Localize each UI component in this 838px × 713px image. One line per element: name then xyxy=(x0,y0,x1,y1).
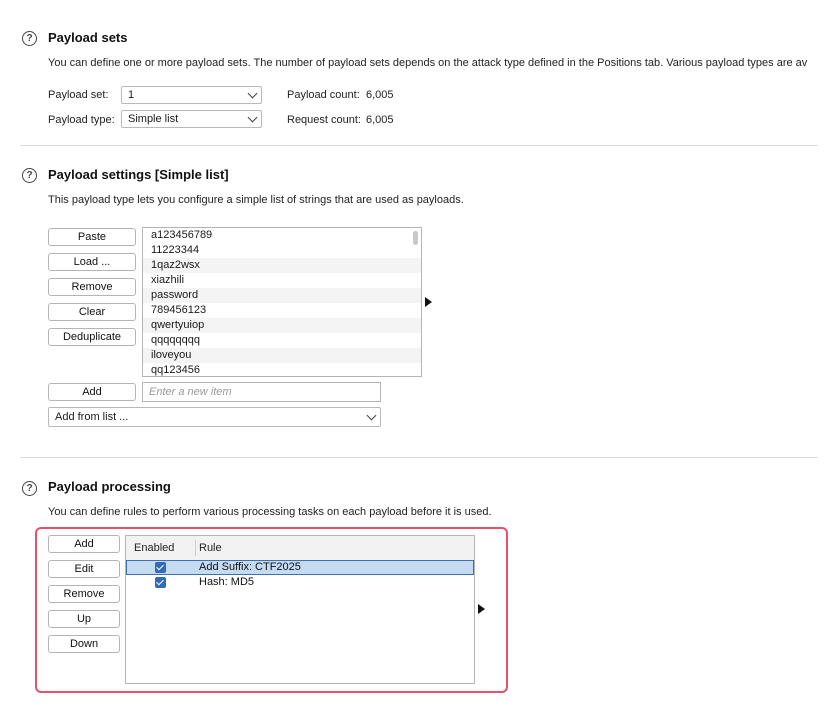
down-rule-button[interactable]: Down xyxy=(48,635,120,653)
list-item[interactable]: 11223344 xyxy=(143,243,421,258)
add-rule-button[interactable]: Add xyxy=(48,535,120,553)
list-item[interactable]: qq123456 xyxy=(143,363,421,376)
list-item[interactable]: 789456123 xyxy=(143,303,421,318)
payload-sets-title: Payload sets xyxy=(48,30,128,45)
rules-table[interactable]: Enabled Rule Add Suffix: CTF2025 Hash: M… xyxy=(125,535,475,684)
new-item-input[interactable]: Enter a new item xyxy=(142,382,381,402)
payload-processing-title: Payload processing xyxy=(48,479,171,494)
chevron-down-icon xyxy=(247,88,258,99)
add-from-list-select[interactable]: Add from list ... xyxy=(48,407,381,427)
expand-arrow-icon[interactable] xyxy=(478,604,485,614)
table-header: Enabled Rule xyxy=(126,536,474,561)
chevron-down-icon xyxy=(366,410,377,421)
payload-count-value: 6,005 xyxy=(366,89,394,101)
payload-type-value: Simple list xyxy=(128,113,179,125)
help-icon[interactable]: ? xyxy=(22,481,37,496)
table-row[interactable]: Add Suffix: CTF2025 xyxy=(126,560,474,575)
payload-type-label: Payload type: xyxy=(48,114,115,126)
payload-list[interactable]: a123456789 11223344 1qaz2wsx xiazhili pa… xyxy=(142,227,422,377)
payload-set-label: Payload set: xyxy=(48,89,109,101)
add-from-list-label: Add from list ... xyxy=(55,411,129,423)
edit-rule-button[interactable]: Edit xyxy=(48,560,120,578)
request-count-label: Request count: xyxy=(287,114,361,126)
payload-settings-description: This payload type lets you configure a s… xyxy=(48,194,464,206)
column-header-enabled[interactable]: Enabled xyxy=(134,536,174,560)
table-row[interactable]: Hash: MD5 xyxy=(126,575,474,590)
remove-rule-button[interactable]: Remove xyxy=(48,585,120,603)
payload-processing-description: You can define rules to perform various … xyxy=(48,506,492,518)
add-item-button[interactable]: Add xyxy=(48,383,136,401)
remove-button[interactable]: Remove xyxy=(48,278,136,296)
clear-button[interactable]: Clear xyxy=(48,303,136,321)
column-separator xyxy=(195,540,196,556)
load-button[interactable]: Load ... xyxy=(48,253,136,271)
list-item[interactable]: iloveyou xyxy=(143,348,421,363)
chevron-down-icon xyxy=(247,112,258,123)
up-rule-button[interactable]: Up xyxy=(48,610,120,628)
enabled-checkbox[interactable] xyxy=(155,577,166,588)
section-divider xyxy=(20,145,818,146)
list-item[interactable]: a123456789 xyxy=(143,228,421,243)
column-header-rule[interactable]: Rule xyxy=(199,536,222,560)
payload-set-value: 1 xyxy=(128,89,135,101)
payload-sets-description: You can define one or more payload sets.… xyxy=(48,57,808,69)
payload-set-select[interactable]: 1 xyxy=(121,86,262,104)
help-icon[interactable]: ? xyxy=(22,31,37,46)
deduplicate-button[interactable]: Deduplicate xyxy=(48,328,136,346)
list-item[interactable]: password xyxy=(143,288,421,303)
enabled-checkbox[interactable] xyxy=(155,562,166,573)
paste-button[interactable]: Paste xyxy=(48,228,136,246)
rule-cell: Add Suffix: CTF2025 xyxy=(199,561,301,573)
list-item[interactable]: qqqqqqqq xyxy=(143,333,421,348)
expand-arrow-icon[interactable] xyxy=(425,297,432,307)
payload-type-select[interactable]: Simple list xyxy=(121,110,262,128)
list-item[interactable]: 1qaz2wsx xyxy=(143,258,421,273)
list-item[interactable]: xiazhili xyxy=(143,273,421,288)
list-item[interactable]: qwertyuiop xyxy=(143,318,421,333)
section-divider xyxy=(20,457,818,458)
payload-count-label: Payload count: xyxy=(287,89,360,101)
payload-settings-title: Payload settings [Simple list] xyxy=(48,167,229,182)
rule-cell: Hash: MD5 xyxy=(199,576,255,588)
scrollbar-thumb[interactable] xyxy=(413,231,418,245)
request-count-value: 6,005 xyxy=(366,114,394,126)
help-icon[interactable]: ? xyxy=(22,168,37,183)
